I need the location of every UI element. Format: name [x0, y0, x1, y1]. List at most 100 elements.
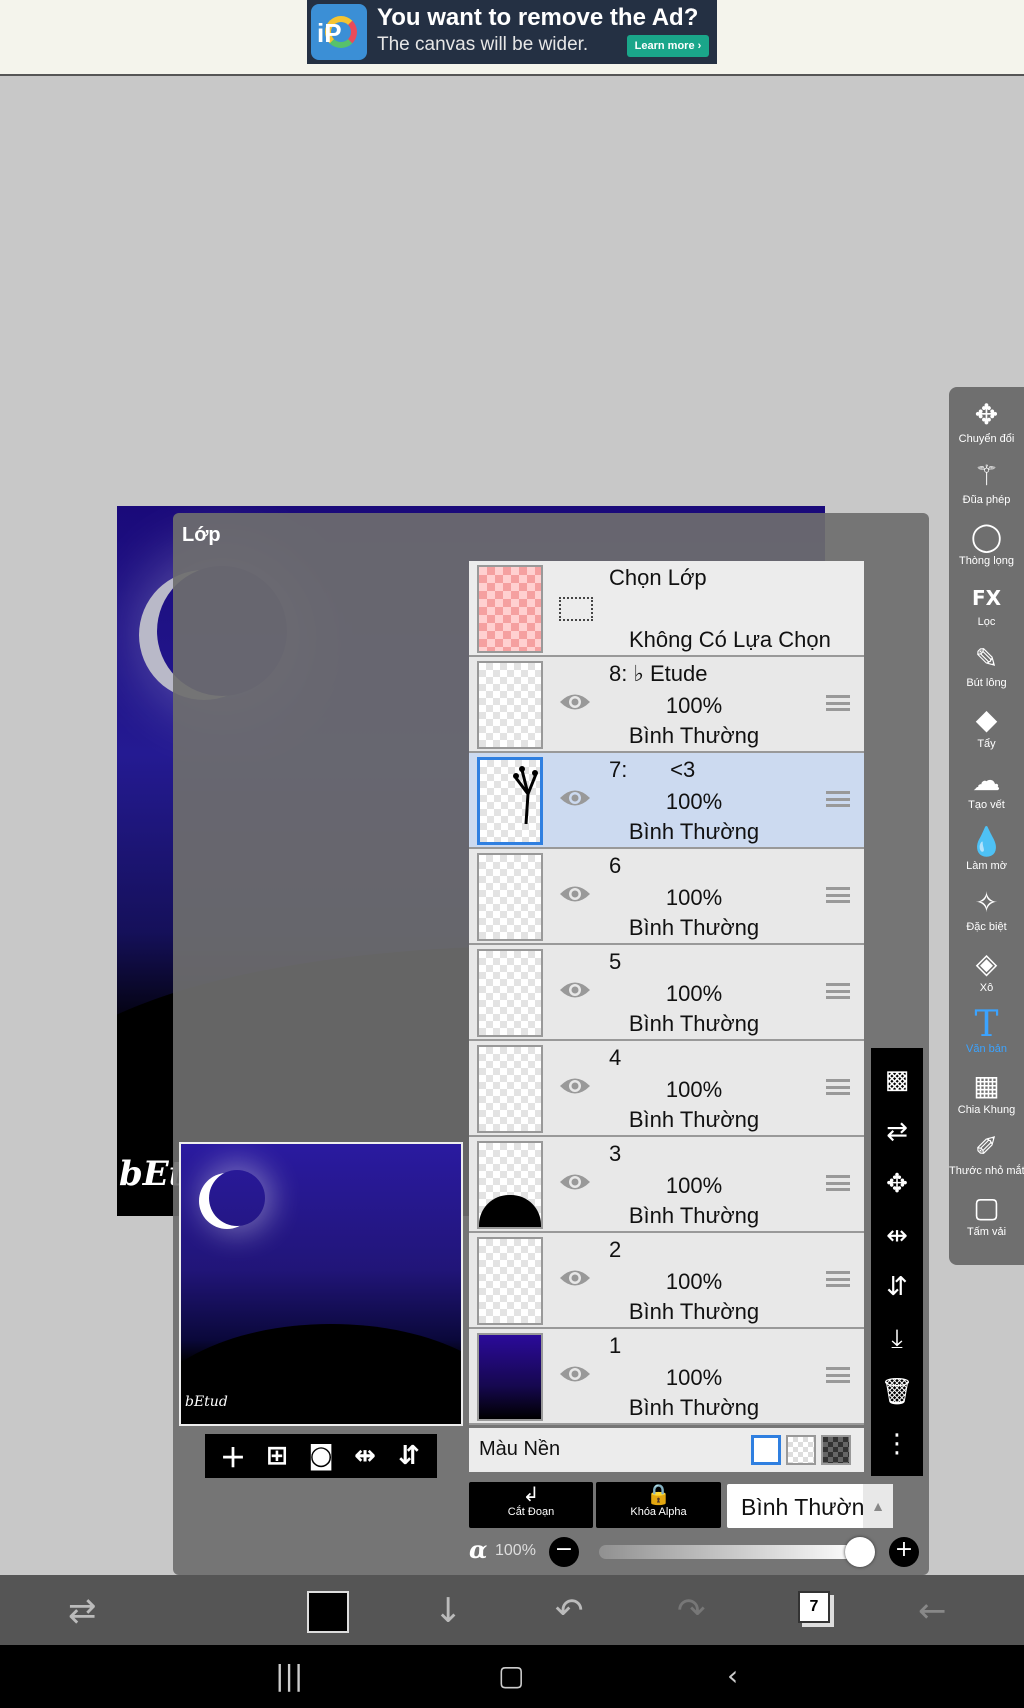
- layer-row-selected[interactable]: 7: <3 100% Bình Thường: [469, 753, 864, 849]
- opacity-slider-track[interactable]: [599, 1545, 861, 1559]
- bucket-icon: ◈: [975, 947, 998, 980]
- tool-text[interactable]: T Văn bản: [949, 1007, 1024, 1067]
- tool-eyedropper[interactable]: ✐ Thước nhỏ mắt: [949, 1129, 1024, 1189]
- drag-handle-icon[interactable]: [826, 1271, 850, 1287]
- home-icon[interactable]: ▢: [498, 1659, 524, 1692]
- visibility-eye-icon[interactable]: [559, 1267, 591, 1289]
- visibility-eye-icon[interactable]: [559, 979, 591, 1001]
- layer-row[interactable]: 2 100% Bình Thường: [469, 1233, 864, 1329]
- drag-handle-icon[interactable]: [826, 1175, 850, 1191]
- background-color-row: Màu Nền: [469, 1428, 864, 1472]
- background-transparent-swatch[interactable]: [786, 1435, 816, 1465]
- clipping-button[interactable]: ↲ Cắt Đoạn: [469, 1482, 593, 1528]
- layer-blend-mode: Bình Thường: [628, 1011, 760, 1036]
- layer-tools-strip: ▩ ⇄ ✥ ⇹ ⇵ ⤓ 🗑 ⋮: [871, 1048, 923, 1476]
- drag-handle-icon[interactable]: [826, 791, 850, 807]
- tool-transform[interactable]: ✥ Chuyển đổi: [949, 397, 1024, 457]
- ad-learn-more-button[interactable]: Learn more ›: [627, 35, 709, 57]
- selection-marquee-icon: [559, 597, 593, 621]
- layer-blend-mode: Bình Thường: [628, 1395, 760, 1420]
- tool-canvas[interactable]: ▢ Tấm vải: [949, 1190, 1024, 1250]
- tool-blur[interactable]: 💧 Làm mờ: [949, 824, 1024, 884]
- merge-down-icon[interactable]: ⤓: [891, 1324, 903, 1355]
- tool-filter[interactable]: FX Lọc: [949, 580, 1024, 640]
- background-dark-checker-swatch[interactable]: [821, 1435, 851, 1465]
- dropdown-arrow-icon[interactable]: ▲: [863, 1484, 893, 1528]
- tool-label: Chia Khung: [957, 1104, 1016, 1116]
- drag-handle-icon[interactable]: [826, 695, 850, 711]
- tool-label: Xô: [979, 982, 994, 994]
- decrease-opacity-button[interactable]: −: [549, 1537, 579, 1567]
- brush-icon: ✎: [974, 642, 999, 675]
- tool-bucket[interactable]: ◈ Xô: [949, 946, 1024, 1006]
- drag-handle-icon[interactable]: [826, 983, 850, 999]
- layer-row[interactable]: 3 100% Bình Thường: [469, 1137, 864, 1233]
- trash-icon[interactable]: 🗑: [880, 1377, 913, 1407]
- layer-opacity: 100%: [665, 1365, 723, 1390]
- tool-label: Bút lông: [966, 677, 1007, 689]
- redo-icon[interactable]: ↷: [677, 1591, 706, 1631]
- tool-brush[interactable]: ✎ Bút lông: [949, 641, 1024, 701]
- flip-vertical-icon[interactable]: ⇵: [886, 1272, 908, 1302]
- layer-row[interactable]: 8: ♭ Etude 100% Bình Thường: [469, 657, 864, 753]
- visibility-eye-icon[interactable]: [559, 1075, 591, 1097]
- eraser-icon: ◆: [975, 703, 998, 736]
- tool-special-brush[interactable]: ✧ Đặc biệt: [949, 885, 1024, 945]
- convert-layer-icon[interactable]: ⇄: [886, 1117, 908, 1147]
- visibility-eye-icon[interactable]: [559, 787, 591, 809]
- tool-eraser[interactable]: ◆ Tẩy: [949, 702, 1024, 762]
- visibility-eye-icon[interactable]: [559, 691, 591, 713]
- download-arrow-icon[interactable]: ↓: [434, 1591, 463, 1631]
- drag-handle-icon[interactable]: [826, 1367, 850, 1383]
- preview-signature: bEtud: [185, 1394, 228, 1410]
- layer-thumbnail: [477, 1237, 543, 1325]
- ad-banner-bar: iP You want to remove the Ad? The canvas…: [0, 0, 1024, 76]
- system-back-icon[interactable]: ‹: [727, 1659, 738, 1692]
- camera-icon[interactable]: ◙: [303, 1441, 339, 1471]
- layer-row[interactable]: 1 100% Bình Thường: [469, 1329, 864, 1425]
- tool-frame-divider[interactable]: ▦ Chia Khung: [949, 1068, 1024, 1128]
- recent-apps-icon[interactable]: |||: [275, 1659, 303, 1692]
- fx-icon: FX: [971, 586, 1002, 610]
- layers-button[interactable]: 7: [798, 1591, 830, 1623]
- selection-layer-row[interactable]: Chọn Lớp Không Có Lựa Chọn: [469, 561, 864, 657]
- blur-icon: 💧: [969, 825, 1004, 858]
- background-white-swatch[interactable]: [751, 1435, 781, 1465]
- tool-smudge[interactable]: ☁ Tạo vết: [949, 763, 1024, 823]
- layer-row[interactable]: 5 100% Bình Thường: [469, 945, 864, 1041]
- more-options-icon[interactable]: ⋮: [884, 1429, 910, 1459]
- visibility-eye-icon[interactable]: [559, 1171, 591, 1193]
- tool-lasso[interactable]: ◯ Thòng lọng: [949, 519, 1024, 579]
- tool-label: Đũa phép: [962, 494, 1011, 506]
- layer-opacity: 100%: [665, 1077, 723, 1102]
- blend-mode-select[interactable]: Bình Thường ▲: [727, 1484, 893, 1528]
- brush-eraser-toggle-icon[interactable]: ⇄: [68, 1591, 97, 1631]
- drag-handle-icon[interactable]: [826, 1079, 850, 1095]
- layer-name: 3: [609, 1141, 622, 1166]
- undo-icon[interactable]: ↶: [555, 1591, 584, 1631]
- checker-icon[interactable]: ▩: [885, 1065, 910, 1095]
- drag-handle-icon[interactable]: [826, 887, 850, 903]
- tool-palette: ✥ Chuyển đổi ⚚ Đũa phép ◯ Thòng lọng FX Lọc …: [949, 387, 1024, 1265]
- add-image-layer-icon[interactable]: ⊞: [259, 1441, 295, 1471]
- layer-row[interactable]: 4 100% Bình Thường: [469, 1041, 864, 1137]
- color-picker-swatch[interactable]: [307, 1591, 349, 1633]
- increase-opacity-button[interactable]: +: [889, 1537, 919, 1567]
- visibility-eye-icon[interactable]: [559, 1363, 591, 1385]
- move-layer-icon[interactable]: ✥: [886, 1169, 908, 1199]
- alpha-lock-button[interactable]: 🔒 Khóa Alpha: [596, 1482, 721, 1528]
- alpha-value: 100%: [495, 1542, 536, 1559]
- back-arrow-icon[interactable]: ←: [918, 1591, 947, 1631]
- opacity-slider-knob[interactable]: [845, 1537, 875, 1567]
- flip-horizontal-icon[interactable]: ⇹: [886, 1221, 908, 1251]
- flip-horizontal-icon[interactable]: ⇹: [347, 1441, 383, 1471]
- app-logo-icon: iP: [311, 4, 367, 60]
- add-layer-icon[interactable]: ＋: [215, 1438, 251, 1475]
- tool-label: Văn bản: [966, 1043, 1007, 1055]
- flip-vertical-icon[interactable]: ⇵: [391, 1441, 427, 1471]
- tool-magic-wand[interactable]: ⚚ Đũa phép: [949, 458, 1024, 518]
- layer-row[interactable]: 6 100% Bình Thường: [469, 849, 864, 945]
- visibility-eye-icon[interactable]: [559, 883, 591, 905]
- ad-banner[interactable]: iP You want to remove the Ad? The canvas…: [307, 0, 717, 64]
- special-brush-icon: ✧: [974, 886, 999, 919]
